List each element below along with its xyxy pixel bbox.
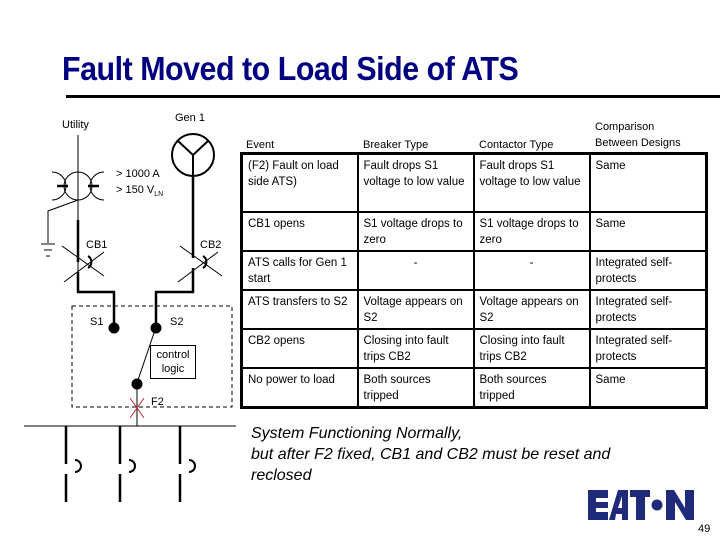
generator-icon xyxy=(171,133,215,177)
fault-f2-label: F2 xyxy=(151,396,164,408)
table-row: (F2) Fault on load side ATS) Fault drops… xyxy=(240,152,708,213)
breaker-type-cell: Both sources tripped xyxy=(356,366,475,408)
comparison-cell: Same xyxy=(588,152,708,213)
page-number: 49 xyxy=(698,523,711,535)
table-row: ATS calls for Gen 1 start - - Integrated… xyxy=(240,249,708,291)
one-line-diagram xyxy=(24,133,236,502)
contactor-type-cell: Fault drops S1 voltage to low value xyxy=(472,152,591,213)
note-line-2: but after F2 fixed, CB1 and CB2 must be … xyxy=(251,446,611,463)
breaker-type-cell: Fault drops S1 voltage to low value xyxy=(356,152,475,213)
header-breaker-type: Breaker Type xyxy=(363,139,429,151)
event-cell: CB1 opens xyxy=(240,210,359,252)
gen-label: Gen 1 xyxy=(175,112,205,124)
header-contactor-type: Contactor Type xyxy=(479,139,554,151)
comparison-cell: Same xyxy=(588,366,708,408)
cb2-label: CB2 xyxy=(200,239,222,251)
breaker-type-cell: Voltage appears on S2 xyxy=(356,288,475,330)
feeder-breaker-2-icon xyxy=(118,426,136,502)
feeder-breaker-3-icon xyxy=(178,426,196,502)
event-cell: No power to load xyxy=(240,366,359,408)
breaker-type-cell: Closing into fault trips CB2 xyxy=(356,327,475,369)
ct-rating-voltage: > 150 VLN xyxy=(116,184,163,201)
event-comparison-table: (F2) Fault on load side ATS) Fault drops… xyxy=(240,152,708,409)
event-cell: ATS transfers to S2 xyxy=(240,288,359,330)
control-logic-box: control logic xyxy=(150,345,196,379)
comparison-cell: Same xyxy=(588,210,708,252)
header-comparison: Comparison Between Designs xyxy=(595,121,681,149)
control-logic-line2: logic xyxy=(161,363,185,375)
contactor-type-cell: S1 voltage drops to zero xyxy=(472,210,591,252)
ct-rating-voltage-subscript: LN xyxy=(154,191,164,199)
header-event: Event xyxy=(246,139,275,151)
note-line-1: System Functioning Normally, xyxy=(251,425,463,442)
contactor-type-cell: Both sources tripped xyxy=(472,366,591,408)
comparison-cell: Integrated self-protects xyxy=(588,327,708,369)
comparison-cell: Integrated self-protects xyxy=(588,288,708,330)
s2-contact xyxy=(150,322,162,334)
feeder-breaker-1-icon xyxy=(64,426,82,502)
table-row: ATS transfers to S2 Voltage appears on S… xyxy=(240,288,708,330)
cb1-label: CB1 xyxy=(86,239,108,251)
table-row: CB2 opens Closing into fault trips CB2 C… xyxy=(240,327,708,369)
event-cell: CB2 opens xyxy=(240,327,359,369)
eaton-logo xyxy=(588,490,694,520)
table-row: No power to load Both sources tripped Bo… xyxy=(240,366,708,408)
contactor-type-cell: Voltage appears on S2 xyxy=(472,288,591,330)
breaker-type-cell: S1 voltage drops to zero xyxy=(356,210,475,252)
control-logic-line1: control xyxy=(156,349,190,361)
s1-contact xyxy=(108,322,120,334)
ct-rating-current: > 1000 A xyxy=(116,168,160,180)
conclusion-note: System Functioning Normally, but after F… xyxy=(251,423,610,486)
contactor-type-cell: - xyxy=(472,249,591,291)
comparison-cell: Integrated self-protects xyxy=(588,249,708,291)
ct-rating-voltage-value: > 150 V xyxy=(116,184,155,196)
note-line-3: reclosed xyxy=(251,467,312,484)
utility-label: Utility xyxy=(62,119,89,131)
table-row: CB1 opens S1 voltage drops to zero S1 vo… xyxy=(240,210,708,252)
event-cell: (F2) Fault on load side ATS) xyxy=(240,152,359,213)
contactor-type-cell: Closing into fault trips CB2 xyxy=(472,327,591,369)
event-cell: ATS calls for Gen 1 start xyxy=(240,249,359,291)
s1-label: S1 xyxy=(90,316,104,328)
breaker-type-cell: - xyxy=(356,249,475,291)
s2-label: S2 xyxy=(170,316,184,328)
ground-icon xyxy=(41,243,55,257)
ground-lead xyxy=(47,199,79,243)
